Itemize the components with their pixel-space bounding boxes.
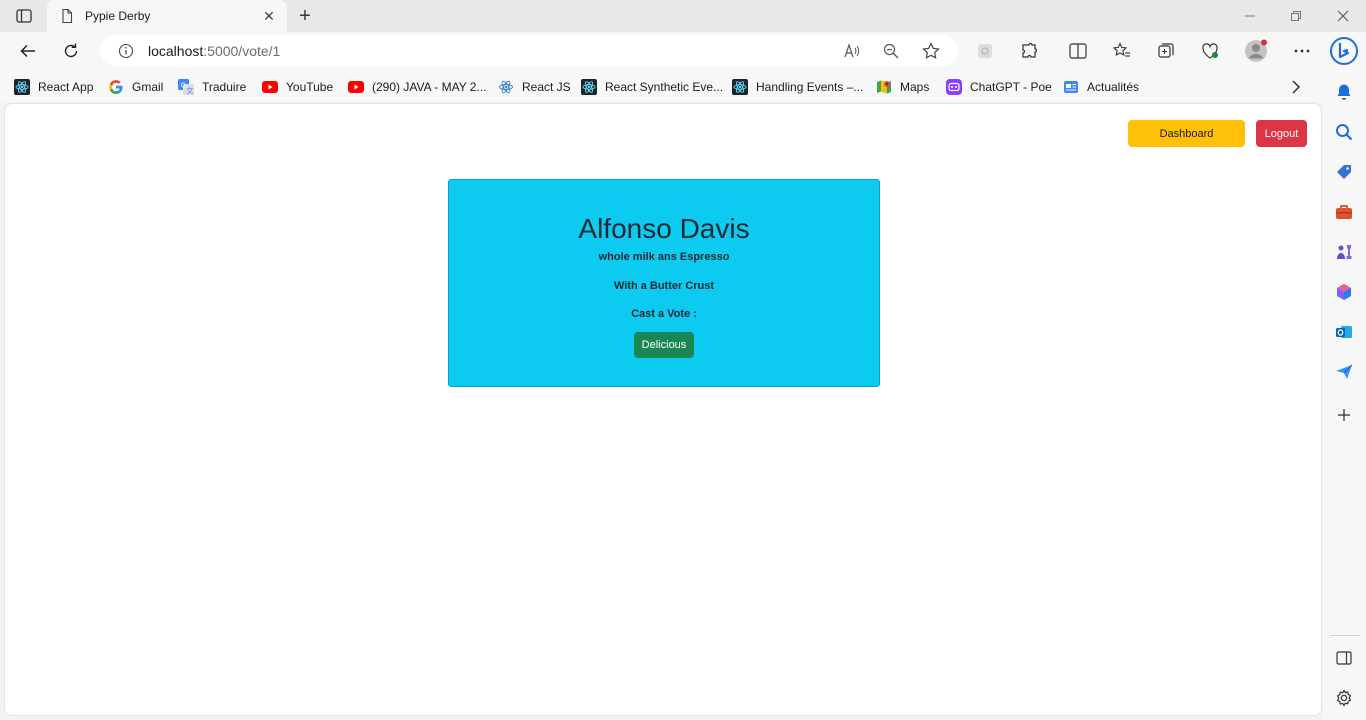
favorite-label: ChatGPT - Poe (970, 80, 1052, 94)
hide-sidebar-icon[interactable] (1334, 648, 1354, 668)
pie-owner-name: Alfonso Davis (578, 213, 750, 244)
games-chess-icon[interactable] (1334, 242, 1354, 262)
notifications-bell-icon[interactable] (1334, 82, 1354, 102)
favorite-youtube[interactable]: YouTube (262, 78, 333, 96)
favorite-label: (290) JAVA - MAY 2... (372, 80, 487, 94)
google-icon (108, 79, 124, 95)
react-icon (581, 79, 597, 95)
tab-strip: Pypie Derby ✕ + (0, 0, 1366, 32)
split-screen-icon[interactable] (1064, 37, 1092, 65)
microsoft-365-icon[interactable] (1334, 282, 1354, 302)
browser-essentials-icon[interactable] (1196, 37, 1224, 65)
restore-button[interactable] (1273, 0, 1319, 32)
close-window-button[interactable] (1320, 0, 1366, 32)
vote-card: Alfonso Davis whole milk ans Espresso Wi… (448, 179, 880, 387)
close-tab-icon[interactable]: ✕ (261, 8, 277, 24)
favorite-label: React App (38, 80, 94, 94)
favorite-label: React JS (522, 80, 571, 94)
page-viewport: Dashboard Logout Alfonso Davis whole mil… (4, 103, 1322, 716)
pie-crust: With a Butter Crust (613, 280, 715, 292)
edge-sidebar (1323, 70, 1366, 720)
favorite-chatgpt-poe[interactable]: ChatGPT - Poe (946, 78, 1052, 96)
favorite-handling-events[interactable]: Handling Events –... (732, 78, 863, 96)
favorite-star-icon[interactable] (922, 42, 940, 60)
tab-title: Pypie Derby (85, 9, 151, 23)
favorite-java-may[interactable]: (290) JAVA - MAY 2... (348, 78, 487, 96)
new-tab-button[interactable]: + (294, 5, 316, 27)
favorites-icon[interactable] (1108, 37, 1136, 65)
profile-avatar[interactable] (1242, 37, 1270, 65)
translate-icon: G文 (178, 79, 194, 95)
favorite-actualites[interactable]: Actualités (1063, 78, 1139, 96)
collections-icon[interactable] (1152, 37, 1180, 65)
active-tab[interactable]: Pypie Derby ✕ (47, 0, 287, 32)
youtube-icon (348, 79, 364, 95)
browser-toolbar: localhost:5000/vote/1 (0, 32, 1366, 70)
favorite-react-app[interactable]: React App (14, 78, 93, 96)
logout-button[interactable]: Logout (1256, 120, 1307, 147)
address-bar[interactable]: localhost:5000/vote/1 (100, 35, 958, 66)
poe-icon (946, 79, 962, 95)
favorite-react-js[interactable]: React JS (498, 78, 571, 96)
favorite-label: React Synthetic Eve... (605, 80, 724, 94)
document-icon (59, 8, 75, 24)
url-host: localhost (148, 42, 204, 59)
url-path: :5000/vote/1 (203, 42, 281, 59)
search-icon[interactable] (1334, 122, 1354, 142)
favorite-traduire[interactable]: G文 Traduire (178, 78, 246, 96)
add-sidebar-app-icon[interactable] (1334, 405, 1354, 425)
favorite-label: YouTube (286, 80, 334, 94)
outlook-icon[interactable] (1334, 322, 1354, 342)
react-icon (732, 79, 748, 95)
favorite-label: Gmail (132, 80, 164, 94)
favorites-overflow-chevron-icon[interactable] (1290, 78, 1302, 96)
pie-filling: whole milk ans Espresso (598, 251, 730, 263)
settings-gear-icon[interactable] (1334, 688, 1354, 708)
favorite-react-synthetic-events[interactable]: React Synthetic Eve... (581, 78, 723, 96)
read-aloud-icon[interactable] (843, 42, 861, 60)
refresh-icon[interactable] (57, 37, 85, 65)
react-icon (498, 79, 514, 95)
favorite-maps[interactable]: Maps (876, 78, 929, 96)
extensions-icon[interactable] (1015, 37, 1043, 65)
tab-actions-icon[interactable] (12, 6, 36, 26)
info-icon[interactable] (118, 43, 134, 59)
news-icon (1063, 79, 1079, 95)
favorite-label: Traduire (202, 80, 247, 94)
minimize-button[interactable] (1227, 0, 1273, 32)
youtube-icon (262, 79, 278, 95)
dashboard-button[interactable]: Dashboard (1128, 120, 1245, 147)
react-icon (14, 79, 30, 95)
svg-text:文: 文 (187, 86, 194, 95)
more-options-icon[interactable] (1288, 37, 1316, 65)
cast-vote-label: Cast a Vote : (631, 308, 697, 320)
favorite-label: Maps (900, 80, 930, 94)
sidebar-divider (1330, 635, 1360, 636)
tools-briefcase-icon[interactable] (1334, 202, 1354, 222)
favorites-bar: React App Gmail G文 Traduire YouTube (290… (0, 70, 1366, 102)
copilot-icon[interactable] (1328, 34, 1360, 68)
zoom-out-icon[interactable] (882, 42, 900, 60)
drop-send-icon[interactable] (1334, 362, 1354, 382)
favorite-gmail[interactable]: Gmail (108, 78, 163, 96)
back-icon[interactable] (14, 37, 42, 65)
vote-delicious-button[interactable]: Delicious (634, 332, 694, 358)
favorite-label: Actualités (1087, 80, 1140, 94)
favorite-label: Handling Events –... (756, 80, 864, 94)
svg-text:G: G (181, 82, 186, 90)
maps-icon (876, 79, 892, 95)
shopping-tag-icon[interactable] (1334, 162, 1354, 182)
extension-app-icon[interactable] (971, 37, 999, 65)
